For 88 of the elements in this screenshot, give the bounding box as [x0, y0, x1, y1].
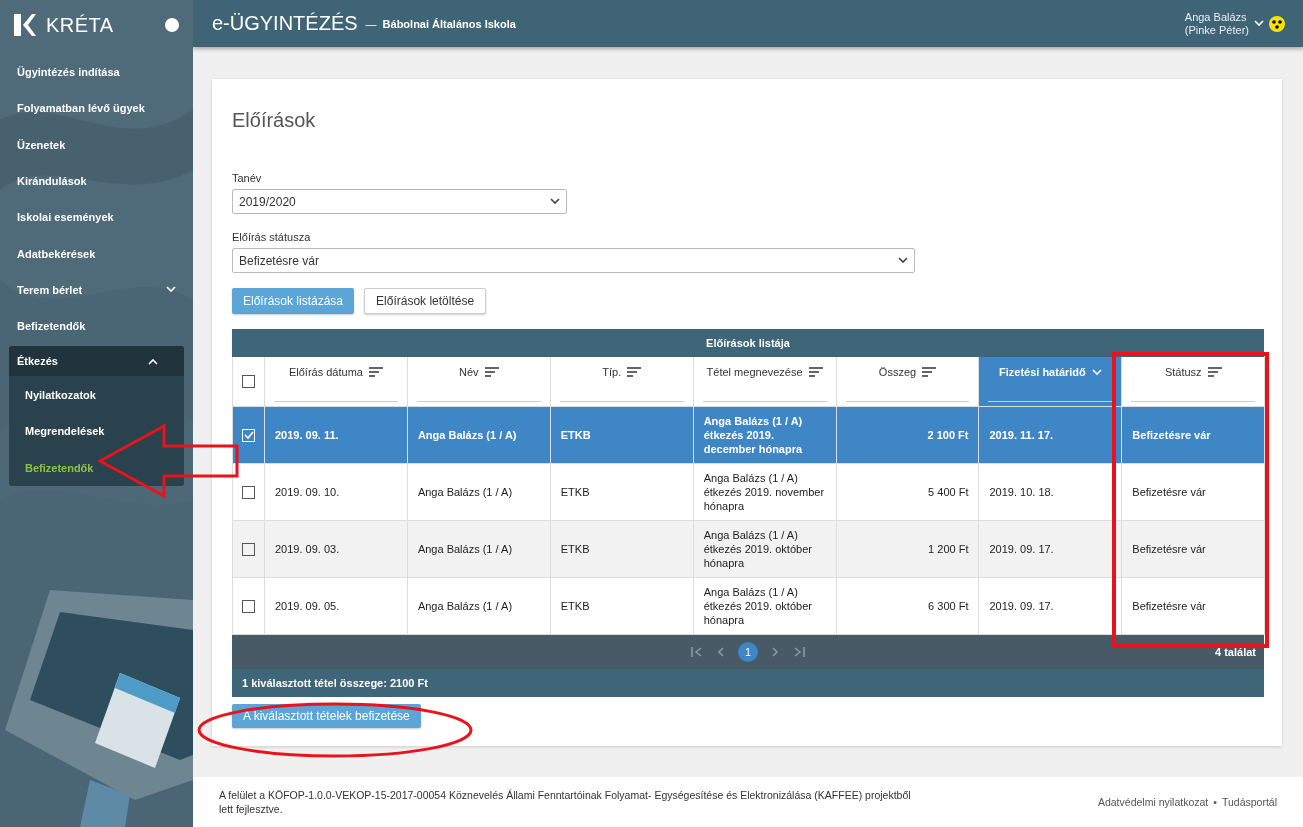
table-cell: Anga Balázs (1 / A) étkezés 2019. november hónapra [693, 464, 837, 521]
logo-text: KRÉTA [46, 13, 114, 37]
table-cell: 2019. 09. 05. [265, 578, 408, 635]
table-cell: Anga Balázs (1 / A) étkezés 2019. október hónapra [693, 578, 837, 635]
chevron-down-icon [898, 257, 908, 264]
table-cell: 2019. 09. 10. [265, 464, 408, 521]
previous-page-icon[interactable] [717, 647, 724, 657]
table-cell: Anga Balázs (1 / A) [407, 464, 551, 521]
table-cell: 2019. 09. 17. [979, 578, 1123, 635]
nav-subitem[interactable]: Nyilatkozatok [9, 376, 184, 413]
table-cell: Anga Balázs (1 / A) [407, 521, 551, 578]
checkbox[interactable] [242, 542, 255, 556]
table-cell: Anga Balázs (1 / A) [407, 578, 551, 635]
chevron-down-icon [1254, 20, 1264, 27]
accessibility-icon[interactable] [1269, 15, 1285, 32]
table-cell: Anga Balázs (1 / A) étkezés 2019. december hónapra [693, 407, 837, 464]
nav-item[interactable]: Befizetendők [0, 308, 193, 345]
nav-subitem[interactable]: Megrendelések [9, 412, 184, 450]
select-field[interactable]: 2019/2020 [232, 189, 567, 214]
table-cell: Anga Balázs (1 / A) [407, 407, 551, 464]
download-button[interactable]: Előírások letöltése [364, 288, 487, 314]
nav-item[interactable]: Terem bérlet [0, 271, 193, 309]
table-cell: ETKB [550, 464, 694, 521]
sort-icon [922, 367, 937, 377]
app-title: e-ÜGYINTÉZÉS [212, 12, 358, 35]
column-header[interactable]: Összeg [836, 357, 980, 407]
sort-icon [368, 367, 383, 377]
footer-link[interactable]: Adatvédelmi nyilatkozat [1097, 796, 1209, 808]
nav-item[interactable]: Üzenetek [0, 126, 193, 163]
table-cell: 2019. 10. 18. [979, 464, 1123, 521]
page-title: Előírások [232, 109, 317, 132]
footer-link[interactable]: Tudásportál [1221, 796, 1277, 808]
page-button[interactable]: 1 [738, 642, 758, 662]
column-header[interactable]: Tétel megnevezése [693, 357, 837, 407]
chevron-down-icon [166, 286, 176, 294]
logo-icon [14, 14, 36, 36]
table-cell: ETKB [550, 521, 694, 578]
checkbox[interactable] [242, 599, 255, 613]
nav-subitem[interactable]: Befizetendők [9, 449, 184, 486]
selection-summary: 1 kiválasztott tétel összege: 2100 Ft [232, 669, 1264, 697]
nav-item[interactable]: Adatbekérések [0, 235, 193, 272]
table-cell: ETKB [550, 578, 694, 635]
checkbox[interactable] [242, 485, 255, 499]
first-page-icon[interactable] [691, 647, 703, 657]
nav-item[interactable]: Folyamatban lévő ügyek [0, 90, 193, 127]
field-label: Előírás státusza [232, 231, 312, 243]
table-cell: 2019. 09. 03. [265, 521, 408, 578]
school-name: Bábolnai Általános Iskola [382, 17, 516, 30]
table-cell: 2019. 09. 17. [979, 521, 1123, 578]
table-title: Előírások listája [232, 329, 1264, 357]
table-cell: Befizetésre vár [1122, 521, 1266, 578]
table-cell: Befizetésre vár [1122, 578, 1266, 635]
table-cell: 1 200 Ft [836, 521, 980, 578]
last-page-icon[interactable] [793, 647, 805, 657]
column-header[interactable]: Név [407, 357, 551, 407]
nav-item[interactable]: Iskolai események [0, 199, 193, 236]
table-cell: 5 400 Ft [836, 464, 980, 521]
result-count: 4 találat [1215, 646, 1256, 658]
user-menu[interactable]: Anga Balázs (Pinke Péter) [1184, 10, 1249, 37]
column-header[interactable]: Előírás dátuma [265, 357, 408, 407]
chevron-up-icon [148, 357, 158, 365]
table-cell: Anga Balázs (1 / A) étkezés 2019. október hónapra [693, 521, 837, 578]
table-cell: 6 300 Ft [836, 578, 980, 635]
table-cell: ETKB [550, 407, 694, 464]
field-label: Tanév [232, 172, 263, 184]
nav-item[interactable]: Étkezés [9, 346, 184, 377]
nav-item[interactable]: Ügyintézés indítása [0, 54, 193, 91]
chevron-down-icon [550, 198, 560, 205]
select-field[interactable]: Befizetésre vár [232, 248, 915, 273]
column-header[interactable]: Fizetési határidő [979, 357, 1123, 407]
column-header[interactable]: Státusz [1122, 357, 1266, 407]
sort-icon [484, 367, 499, 377]
sort-icon [1207, 367, 1222, 377]
next-page-icon[interactable] [772, 647, 779, 657]
nav-item[interactable]: Kirándulások [0, 162, 193, 200]
sort-icon [808, 367, 823, 377]
sort-icon [627, 367, 642, 377]
column-header[interactable]: Típ. [550, 357, 694, 407]
table-cell: Befizetésre vár [1122, 464, 1266, 521]
chevron-down-icon [1091, 368, 1102, 376]
table-cell: 2019. 09. 11. [265, 407, 408, 464]
table-cell: Befizetésre vár [1122, 407, 1266, 464]
footer-text: A felület a KÖFOP-1.0.0-VEKOP-15-2017-00054 Köznevelés Állami Fenntartóinak Folyamat- Egységesítése és Elektronizálása (KAFFEE) projektből lett fejlesztve. [219, 788, 912, 816]
table-cell: 2019. 11. 17. [979, 407, 1123, 464]
checkbox[interactable] [242, 375, 255, 388]
title-separator: — [365, 17, 377, 30]
link-separator: • [1213, 796, 1217, 808]
table-cell: 2 100 Ft [836, 407, 980, 464]
